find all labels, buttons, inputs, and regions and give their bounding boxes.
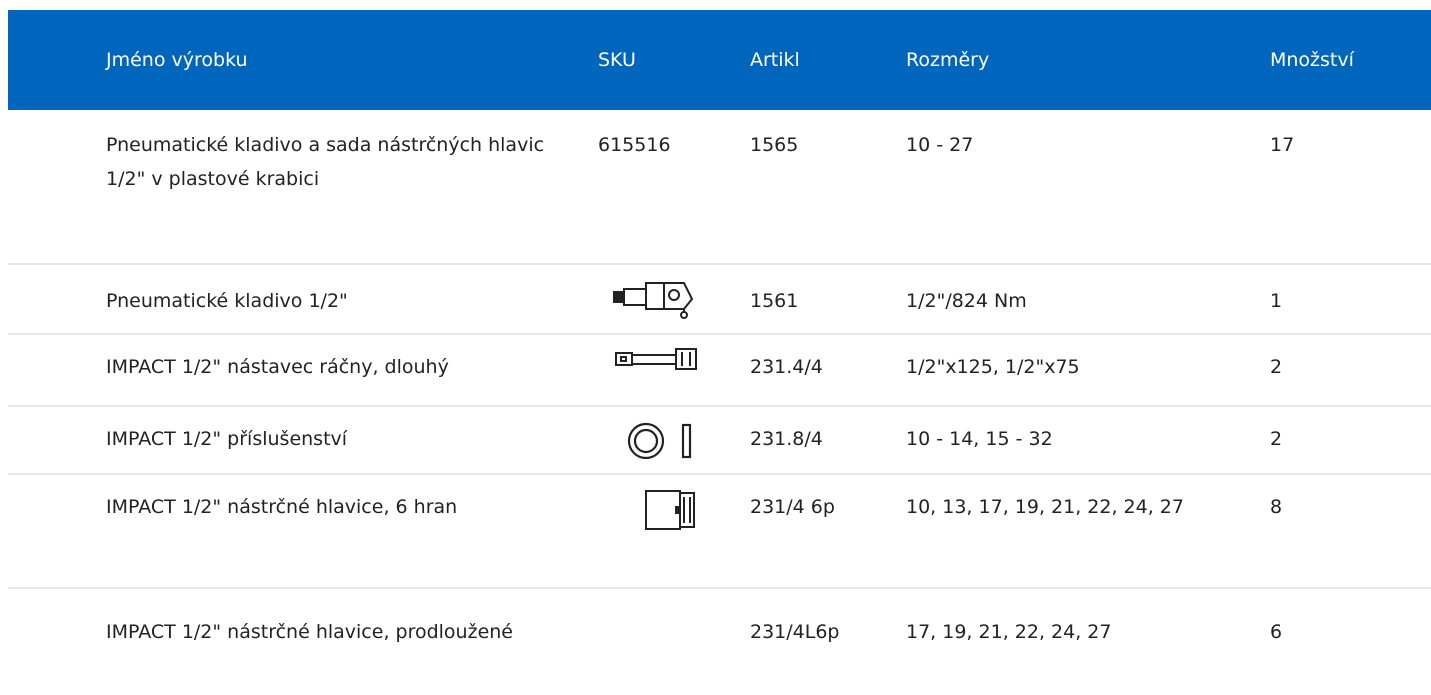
product-quantity: 8 <box>1270 496 1283 518</box>
product-quantity: 17 <box>1270 134 1295 156</box>
table-header: Jméno výrobku SKU Artikl Rozměry Množstv… <box>8 10 1431 110</box>
header-article[interactable]: Artikl <box>750 48 880 72</box>
product-table: Jméno výrobku SKU Artikl Rozměry Množstv… <box>8 10 1431 695</box>
product-dimensions: 1/2"/824 Nm <box>906 290 1027 312</box>
product-quantity: 2 <box>1270 428 1283 450</box>
header-dimensions[interactable]: Rozměry <box>906 48 1246 72</box>
table-row: IMPACT 1/2" nástrčné hlavice, 6 hran 231… <box>8 475 1431 589</box>
product-name: Pneumatické kladivo a sada nástrčných hl… <box>106 134 545 190</box>
table-row: Pneumatické kladivo a sada nástrčných hl… <box>8 110 1431 265</box>
product-article: 231.8/4 <box>750 428 823 450</box>
product-article: 231/4L6p <box>750 621 840 643</box>
product-dimensions: 10 - 27 <box>906 134 974 156</box>
product-name: IMPACT 1/2" nástrčné hlavice, prodloužen… <box>106 621 513 643</box>
product-name: IMPACT 1/2" příslušenství <box>106 428 348 450</box>
product-article: 1561 <box>750 290 799 312</box>
product-name: Pneumatické kladivo 1/2" <box>106 290 348 312</box>
header-sku[interactable]: SKU <box>598 48 728 72</box>
product-quantity: 6 <box>1270 621 1283 643</box>
product-dimensions: 1/2"x125, 1/2"x75 <box>906 356 1080 378</box>
header-name[interactable]: Jméno výrobku <box>106 48 546 72</box>
table-row: IMPACT 1/2" příslušenství 231.8/4 10 - 1… <box>8 407 1431 475</box>
product-dimensions: 10 - 14, 15 - 32 <box>906 428 1053 450</box>
product-quantity: 1 <box>1270 290 1283 312</box>
product-article: 231/4 6p <box>750 496 835 518</box>
header-quantity[interactable]: Množství <box>1270 48 1420 72</box>
product-dimensions: 10, 13, 17, 19, 21, 22, 24, 27 <box>906 496 1184 518</box>
product-sku: 615516 <box>598 134 671 156</box>
product-article: 1565 <box>750 134 799 156</box>
product-name: IMPACT 1/2" nástrčné hlavice, 6 hran <box>106 496 458 518</box>
table-row: Pneumatické kladivo 1/2" 1561 1/2"/824 N… <box>8 265 1431 335</box>
product-dimensions: 17, 19, 21, 22, 24, 27 <box>906 621 1112 643</box>
impact-wrench-icon <box>612 275 696 323</box>
extension-bar-icon <box>614 347 698 373</box>
product-name: IMPACT 1/2" nástavec ráčny, dlouhý <box>106 356 449 378</box>
ring-and-pin-icon <box>626 421 698 461</box>
socket-icon <box>642 487 698 533</box>
table-row: IMPACT 1/2" nástavec ráčny, dlouhý 231.4… <box>8 335 1431 407</box>
product-quantity: 2 <box>1270 356 1283 378</box>
product-article: 231.4/4 <box>750 356 823 378</box>
table-row: IMPACT 1/2" nástrčné hlavice, prodloužen… <box>8 589 1431 695</box>
